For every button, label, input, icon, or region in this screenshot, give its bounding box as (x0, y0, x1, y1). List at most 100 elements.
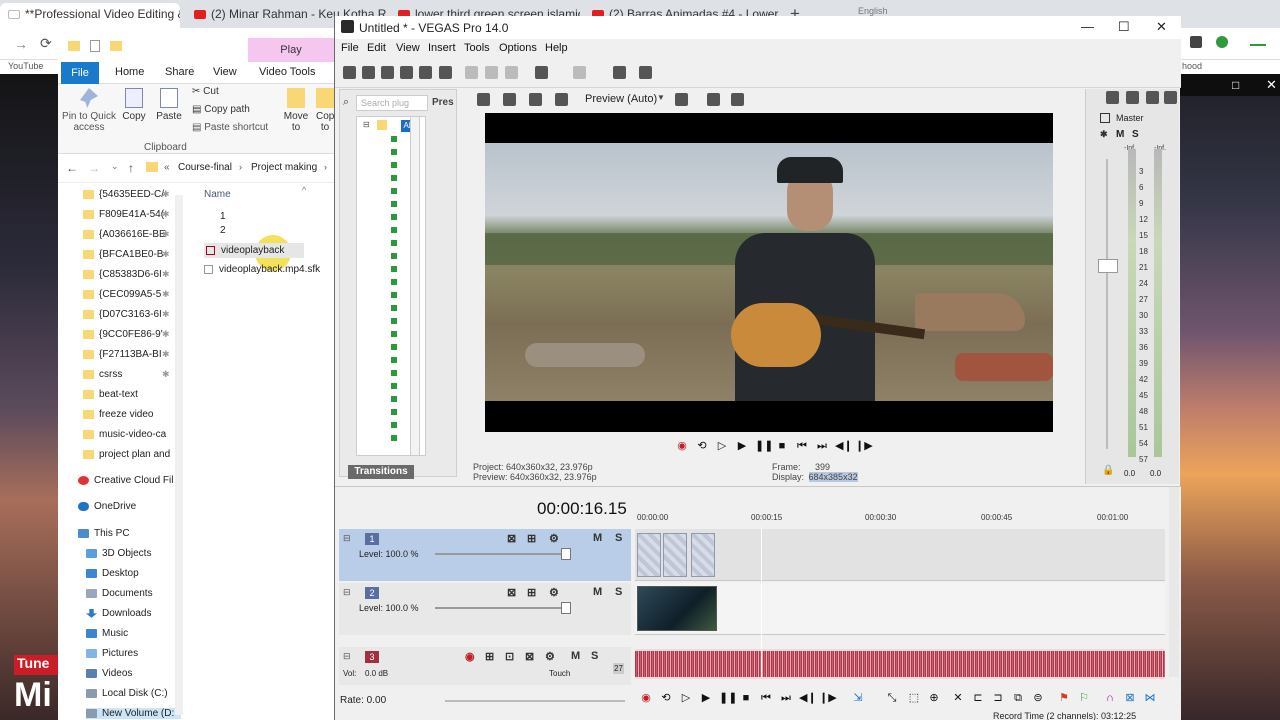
track-fx-icon[interactable]: ⊞ (485, 650, 494, 663)
track-header-audio-3[interactable]: ⊟ 3 ◉ ⊞ ⊡ ⊠ ⚙ M S Vol: 0.0 dB Touch 27 (339, 647, 631, 685)
nav-local-disk[interactable]: Local Disk (C:) (86, 688, 181, 699)
next-frame-icon[interactable]: ❙▶ (855, 439, 873, 453)
back-icon[interactable]: ← (66, 161, 78, 175)
menu-options[interactable]: Options (499, 42, 537, 54)
insert-marker-icon[interactable]: ⚑ (1057, 691, 1071, 705)
previous-frame-icon[interactable]: ◀❙ (835, 439, 853, 453)
breadcrumb-course-final[interactable]: Course-final (178, 162, 232, 173)
snapping-icon[interactable]: ∩ (1103, 691, 1117, 705)
loop-icon[interactable]: ⟲ (695, 439, 709, 453)
track-solo-button[interactable]: S (615, 586, 622, 598)
tab-share[interactable]: Share (165, 66, 194, 78)
video-clip[interactable] (637, 533, 661, 577)
previous-frame-icon[interactable]: ◀❙ (799, 691, 817, 705)
maximize-icon[interactable]: □ (1232, 78, 1239, 92)
nav-this-pc[interactable]: This PC (78, 528, 173, 539)
column-header-name[interactable]: Name (204, 189, 231, 200)
track-mute-button[interactable]: M (593, 586, 602, 598)
save-snapshot-icon[interactable] (731, 93, 744, 106)
play-from-start-icon[interactable]: ▷ (679, 691, 693, 705)
tab-transitions[interactable]: Transitions (348, 465, 414, 479)
lock-icon[interactable]: ⊜ (1031, 691, 1045, 705)
nav-creative-cloud[interactable]: Creative Cloud Fil (78, 475, 173, 486)
video-clip[interactable] (637, 586, 717, 631)
timecode-display[interactable]: 00:00:16.15 (537, 499, 627, 519)
edit-tool-icon[interactable] (613, 66, 626, 79)
go-to-end-icon[interactable]: ⏭ (815, 439, 829, 453)
menu-edit[interactable]: Edit (367, 42, 386, 54)
copy-path-button[interactable]: ▤ Copy path (192, 104, 250, 115)
extension-icon[interactable] (1250, 36, 1266, 46)
track-motion-icon[interactable]: ⊠ (507, 586, 516, 599)
paste-button[interactable]: Paste (155, 88, 183, 122)
chevron-down-icon[interactable]: ▼ (657, 93, 665, 102)
properties-icon[interactable] (90, 40, 100, 52)
insert-region-icon[interactable]: ⚐ (1077, 691, 1091, 705)
minimize-icon[interactable]: — (1081, 19, 1094, 34)
playhead-cursor[interactable] (761, 527, 762, 677)
forward-icon[interactable]: → (88, 161, 100, 175)
play-icon[interactable]: ▶ (699, 691, 713, 705)
rate-slider[interactable] (445, 700, 625, 702)
nav-folder[interactable]: beat-text (83, 389, 178, 400)
trim-icon[interactable]: ⊏ (971, 691, 985, 705)
move-to-button[interactable]: Move to (282, 88, 310, 133)
track-header-video-1[interactable]: ⊟ 1 ⊠ ⊞ ⚙ M S Level: 100.0 % (339, 529, 631, 581)
record-icon[interactable]: ◉ (639, 691, 653, 705)
file-item[interactable]: 2 (220, 225, 226, 236)
open-icon[interactable] (362, 66, 375, 79)
nav-folder[interactable]: music-video-ca (83, 429, 178, 440)
save-as-icon[interactable] (400, 66, 413, 79)
render-icon[interactable] (419, 66, 432, 79)
plugin-search-input[interactable]: Search plug (356, 95, 428, 111)
nav-videos[interactable]: Videos (86, 668, 181, 679)
nav-documents[interactable]: Documents (86, 588, 181, 599)
go-to-end-icon[interactable]: ⏭ (779, 691, 793, 705)
track-mute-button[interactable]: M (571, 650, 580, 662)
go-to-start-icon[interactable]: ⏮ (795, 439, 809, 453)
nav-pane-scrollbar[interactable] (175, 195, 183, 715)
track-settings-gear-icon[interactable]: ⚙ (549, 586, 559, 599)
overlays-grid-icon[interactable] (675, 93, 688, 106)
track-automation-icon[interactable]: ⊠ (525, 650, 534, 663)
nav-pictures[interactable]: Pictures (86, 648, 181, 659)
nav-folder[interactable]: project plan and (83, 449, 178, 460)
track-fx-icon[interactable]: ⊞ (527, 586, 536, 599)
envelope-tool-icon[interactable]: ⤡ (885, 691, 899, 705)
file-item[interactable]: videoplayback (204, 243, 305, 258)
up-icon[interactable]: ↑ (128, 161, 134, 175)
video-clip[interactable] (691, 533, 715, 577)
master-solo-button[interactable]: S (1132, 129, 1139, 140)
master-mixer-icon[interactable] (1164, 91, 1177, 104)
extension-icon[interactable] (1216, 36, 1228, 48)
nav-desktop[interactable]: Desktop (86, 568, 181, 579)
track-motion-icon[interactable]: ⊠ (507, 532, 516, 545)
preview-quality-dropdown[interactable]: Preview (Auto) (585, 93, 657, 105)
copy-to-button[interactable]: Cop to (316, 88, 334, 133)
split-icon[interactable]: ⧉ (1011, 691, 1025, 705)
level-slider-knob[interactable] (561, 548, 571, 560)
master-fx-icon[interactable]: ✱ (1100, 129, 1108, 140)
help-icon[interactable] (639, 66, 652, 79)
auto-crossfade-icon[interactable]: ⋈ (1143, 691, 1157, 705)
master-chain-icon[interactable] (1126, 91, 1139, 104)
pause-icon[interactable]: ❚❚ (719, 691, 737, 705)
video-preview[interactable] (485, 113, 1053, 432)
level-slider-knob[interactable] (561, 602, 571, 614)
bookmark-item[interactable]: hood (1182, 61, 1202, 71)
automation-mode[interactable]: Touch (549, 669, 570, 678)
tree-scrollbar[interactable] (410, 116, 420, 456)
track-lane-audio-3[interactable] (635, 649, 1165, 679)
track-solo-button[interactable]: S (615, 532, 622, 544)
breadcrumb-project-making[interactable]: Project making (251, 162, 317, 173)
arm-record-icon[interactable]: ◉ (465, 650, 475, 663)
time-ruler[interactable]: 00:00:00 00:00:15 00:00:30 00:00:45 00:0… (635, 513, 1165, 527)
record-icon[interactable]: ◉ (675, 439, 689, 453)
timeline-vertical-scrollbar[interactable] (1169, 487, 1179, 677)
properties-gear-icon[interactable] (439, 66, 452, 79)
copy-icon[interactable] (485, 66, 498, 79)
loop-icon[interactable]: ⟲ (659, 691, 673, 705)
chevron-down-icon[interactable]: ⌄ (111, 161, 119, 172)
master-downmix-icon[interactable] (1146, 91, 1159, 104)
tree-collapse-icon[interactable]: ⊟ (363, 120, 370, 129)
